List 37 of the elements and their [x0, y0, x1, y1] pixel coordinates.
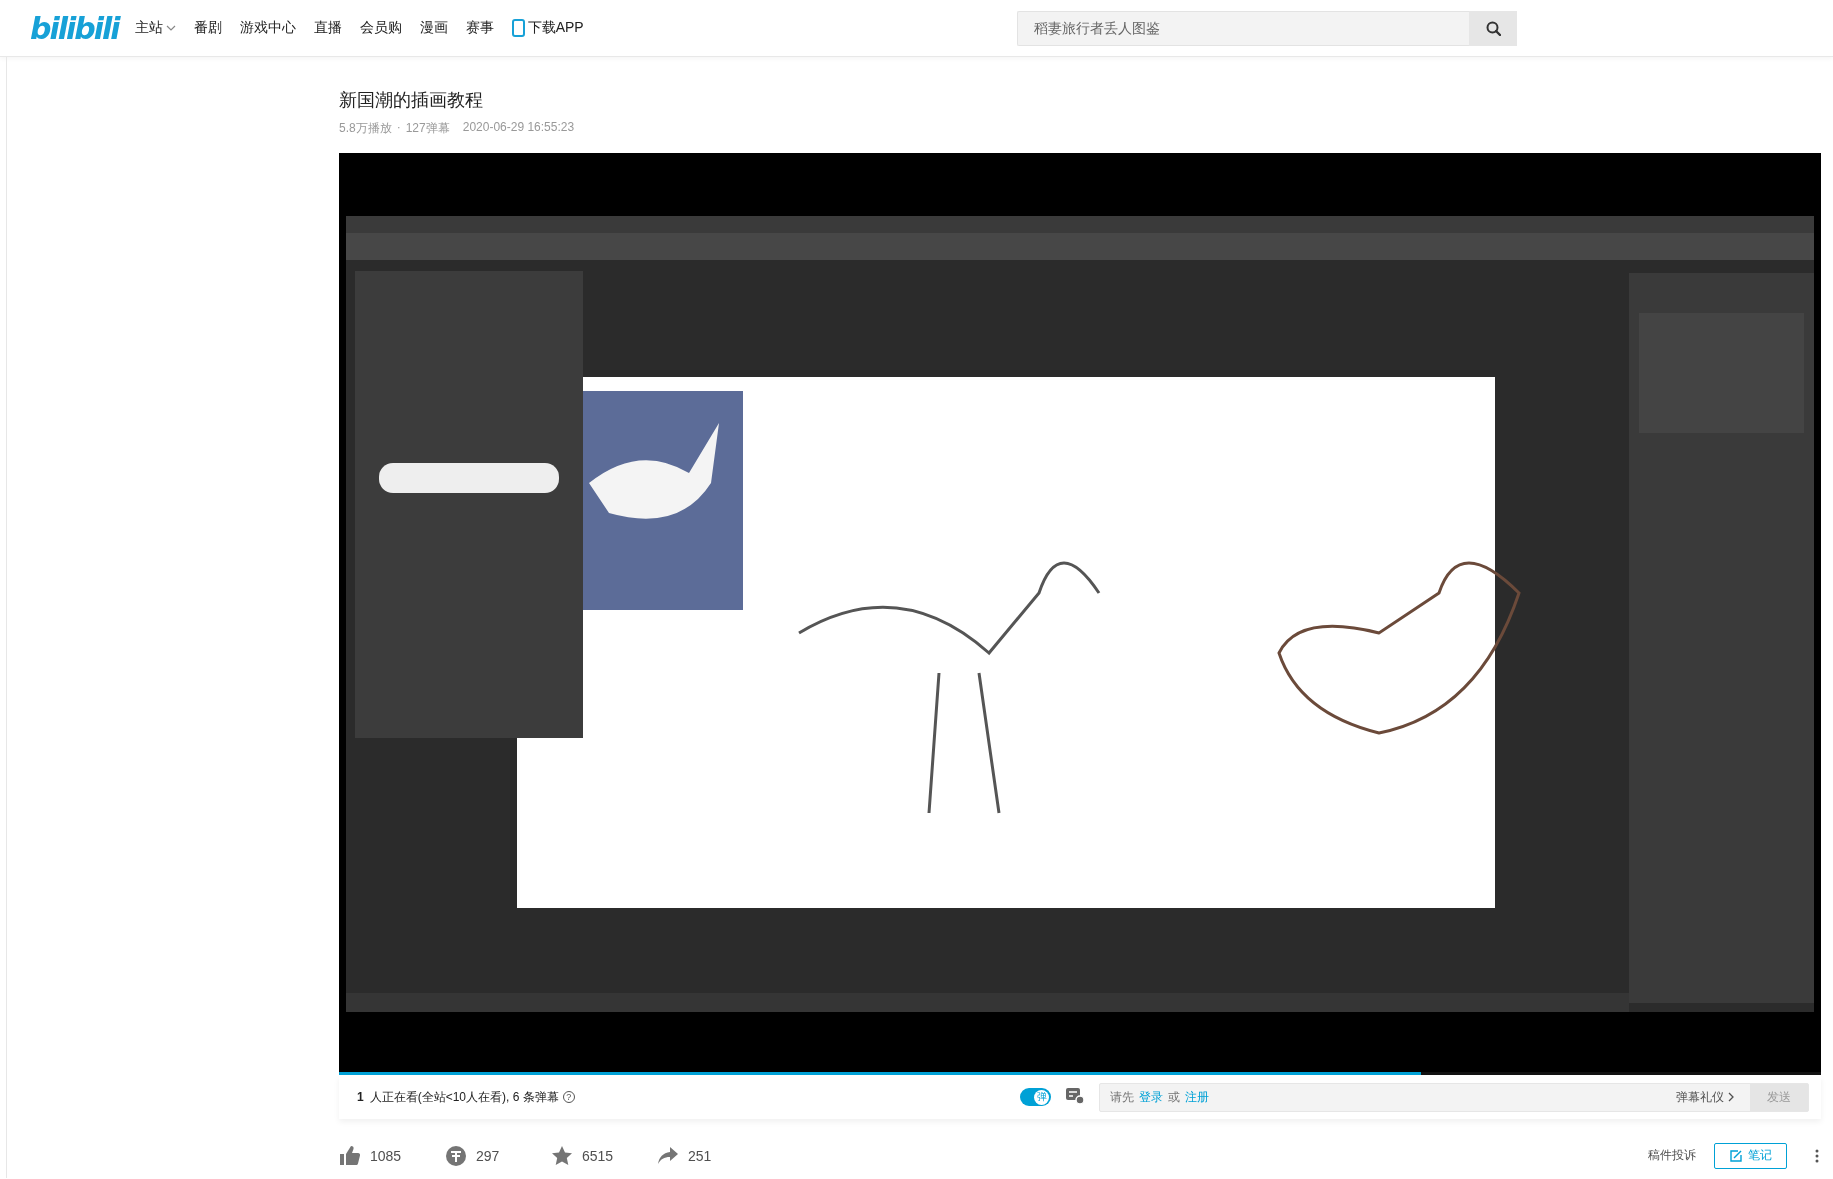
- more-icon[interactable]: [1815, 1148, 1819, 1163]
- search-field[interactable]: 稻妻旅行者丢人图鉴: [1017, 10, 1469, 46]
- progress-bar[interactable]: [339, 1072, 1821, 1075]
- publish-date: 2020-06-29 16:55:23: [462, 120, 575, 136]
- action-count: 6515: [582, 1147, 614, 1164]
- etiquette-link[interactable]: 弹幕礼仪: [1676, 1088, 1735, 1106]
- or-text: 或: [1168, 1088, 1180, 1106]
- search-button[interactable]: [1469, 10, 1517, 46]
- chevron-icon: [1728, 1092, 1735, 1102]
- share-arrow-icon[interactable]: [657, 1145, 679, 1166]
- nav-link[interactable]: 主站: [134, 19, 176, 37]
- action-count: 297: [476, 1147, 500, 1164]
- login-prompt: 请先: [1110, 1088, 1134, 1106]
- nav-link[interactable]: 游戏中心: [239, 19, 296, 37]
- thumbs-up-icon[interactable]: [339, 1145, 361, 1166]
- report-link[interactable]: 稿件投诉: [1648, 1147, 1696, 1164]
- viewer-text: 人正在看(全站<10人在看), 6 条弹幕: [369, 1088, 559, 1106]
- search-icon: [1485, 20, 1501, 36]
- separator-dot: ·: [396, 120, 401, 136]
- coin-icon[interactable]: [445, 1145, 467, 1166]
- star-icon[interactable]: [551, 1145, 573, 1166]
- nav-link[interactable]: 会员购: [359, 19, 402, 37]
- nav-link[interactable]: 直播: [313, 19, 342, 37]
- danmaku-settings-icon[interactable]: [1065, 1086, 1085, 1105]
- viewer-count: 1: [357, 1090, 364, 1104]
- caret-icon: [165, 24, 176, 32]
- action-count: 251: [688, 1147, 712, 1164]
- edit-icon: [1729, 1149, 1742, 1162]
- danmaku-count: 127弹幕: [405, 120, 450, 137]
- view-count: 5.8万播放: [339, 120, 392, 137]
- nav-link[interactable]: 下载APP: [511, 19, 584, 37]
- video-title: 新国潮的插画教程: [339, 89, 484, 112]
- nav-link[interactable]: 番剧: [193, 19, 222, 37]
- nav-link[interactable]: 漫画: [419, 19, 448, 37]
- nav-link[interactable]: 赛事: [465, 19, 494, 37]
- phone-icon: [511, 19, 525, 37]
- action-count: 1085: [370, 1147, 402, 1164]
